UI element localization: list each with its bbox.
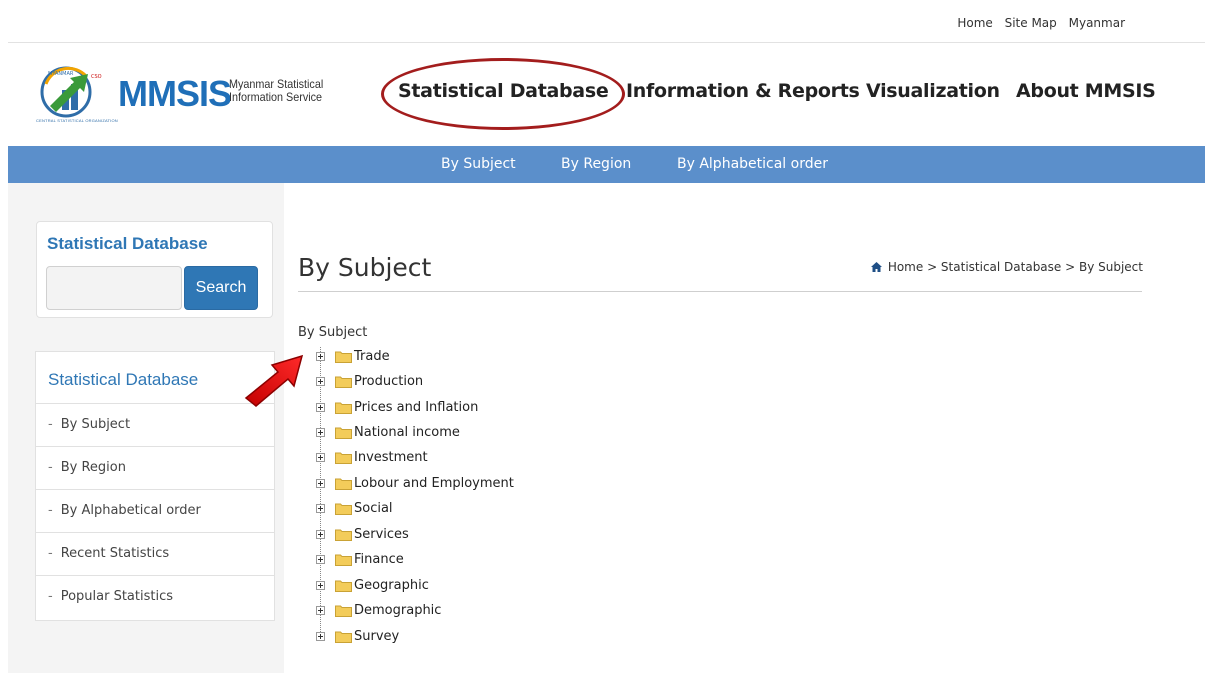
tree-item-label[interactable]: National income	[354, 425, 460, 440]
expand-icon[interactable]	[316, 554, 325, 564]
tree-item-label[interactable]: Geographic	[354, 578, 429, 593]
search-panel-title: Statistical Database	[47, 234, 208, 253]
tree-item-trade[interactable]: Trade	[313, 346, 390, 366]
tree-item-prices-and-inflation[interactable]: Prices and Inflation	[313, 397, 478, 417]
nav-information-reports[interactable]: Information & Reports	[626, 80, 860, 102]
highlight-ellipse	[381, 58, 625, 130]
sidebar-item-by-alphabetical-order[interactable]: - By Alphabetical order	[36, 489, 274, 532]
tree-item-production[interactable]: Production	[313, 371, 423, 391]
nav-visualization[interactable]: Visualization	[866, 80, 1000, 102]
sub-nav: By Subject By Region By Alphabetical ord…	[8, 146, 1205, 183]
tree-item-label[interactable]: Demographic	[354, 603, 441, 618]
logo-subtitle-line2: Information Service	[229, 90, 323, 104]
sidebar-menu-title[interactable]: Statistical Database	[48, 370, 198, 390]
expand-icon[interactable]	[316, 529, 325, 539]
dash-marker: -	[48, 417, 53, 432]
tree-item-geographic[interactable]: Geographic	[313, 575, 429, 595]
dash-marker: -	[48, 460, 53, 475]
tree-item-label[interactable]: Prices and Inflation	[354, 400, 478, 415]
tree-item-label[interactable]: Investment	[354, 450, 428, 465]
dash-marker: -	[48, 589, 53, 604]
svg-text:CSO: CSO	[91, 74, 102, 80]
sidebar-item-popular-statistics[interactable]: - Popular Statistics	[36, 575, 274, 618]
folder-icon	[335, 376, 352, 388]
folder-icon	[335, 452, 352, 464]
top-link-site-map[interactable]: Site Map	[1005, 16, 1057, 30]
header-divider	[8, 42, 1205, 43]
tree-item-label[interactable]: Production	[354, 374, 423, 389]
logo-name: MMSIS	[118, 73, 232, 114]
site-logo[interactable]: MYANMAR CSO MMSIS Myanmar Statistical In…	[36, 62, 366, 123]
sidebar-item-label: Recent Statistics	[60, 546, 170, 561]
expand-icon[interactable]	[316, 376, 325, 386]
tree-item-label[interactable]: Finance	[354, 552, 404, 567]
svg-text:MYANMAR: MYANMAR	[48, 71, 74, 77]
search-input[interactable]	[46, 266, 182, 310]
dash-marker: -	[48, 546, 53, 561]
expand-icon[interactable]	[316, 427, 325, 437]
sidebar-item-label: By Subject	[60, 417, 131, 432]
sidebar-item-by-region[interactable]: - By Region	[36, 446, 274, 489]
expand-icon[interactable]	[316, 580, 325, 590]
subnav-by-alphabetical-order[interactable]: By Alphabetical order	[677, 156, 828, 172]
tree-item-label[interactable]: Trade	[354, 349, 390, 364]
logo-emblem-icon: MYANMAR CSO	[40, 66, 102, 118]
top-link-home[interactable]: Home	[957, 16, 992, 30]
folder-icon	[335, 478, 352, 490]
tree-item-survey[interactable]: Survey	[313, 626, 399, 646]
expand-icon[interactable]	[316, 605, 325, 615]
folder-icon	[335, 351, 352, 363]
folder-icon	[335, 554, 352, 566]
breadcrumb-text[interactable]: Home > Statistical Database > By Subject	[888, 260, 1143, 274]
sidebar-menu-list: - By Subject - By Region - By Alphabetical …	[36, 403, 274, 618]
sidebar-item-label: By Alphabetical order	[60, 503, 201, 518]
tree-item-social[interactable]: Social	[313, 498, 393, 518]
expand-icon[interactable]	[316, 402, 325, 412]
folder-icon	[335, 580, 352, 592]
dash-marker: -	[48, 503, 53, 518]
folder-icon	[335, 529, 352, 541]
subnav-by-region[interactable]: By Region	[561, 156, 631, 172]
tree-item-investment[interactable]: Investment	[313, 447, 428, 467]
expand-icon[interactable]	[316, 631, 325, 641]
folder-icon	[335, 427, 352, 439]
tree-item-lobour-and-employment[interactable]: Lobour and Employment	[313, 473, 514, 493]
nav-about-mmsis[interactable]: About MMSIS	[1016, 80, 1156, 102]
expand-icon[interactable]	[316, 351, 325, 361]
tree-item-label[interactable]: Survey	[354, 629, 399, 644]
sidebar-item-label: By Region	[60, 460, 126, 475]
folder-icon	[335, 631, 352, 643]
sidebar-item-recent-statistics[interactable]: - Recent Statistics	[36, 532, 274, 575]
title-divider	[298, 291, 1142, 292]
tree-item-label[interactable]: Social	[354, 501, 393, 516]
top-links: Home Site Map Myanmar	[949, 16, 1125, 30]
folder-icon	[335, 605, 352, 617]
logo-caption: CENTRAL STATISTICAL ORGANIZATION	[36, 118, 118, 123]
page-title: By Subject	[298, 253, 432, 282]
tree-item-label[interactable]: Lobour and Employment	[354, 476, 514, 491]
expand-icon[interactable]	[316, 452, 325, 462]
search-panel: Statistical Database Search	[36, 221, 273, 318]
red-arrow-icon	[244, 354, 304, 407]
expand-icon[interactable]	[316, 478, 325, 488]
page: Home Site Map Myanmar MYANMAR CSO MMSIS …	[8, 0, 1205, 673]
folder-icon	[335, 503, 352, 515]
folder-icon	[335, 402, 352, 414]
subnav-by-subject[interactable]: By Subject	[441, 156, 516, 172]
tree-item-demographic[interactable]: Demographic	[313, 600, 441, 620]
tree-root-label: By Subject	[298, 325, 368, 340]
tree-item-national-income[interactable]: National income	[313, 422, 460, 442]
expand-icon[interactable]	[316, 503, 325, 513]
tree-item-services[interactable]: Services	[313, 524, 409, 544]
search-button[interactable]: Search	[184, 266, 258, 310]
tree-item-finance[interactable]: Finance	[313, 549, 404, 569]
breadcrumb: Home > Statistical Database > By Subject	[870, 260, 1143, 274]
top-link-myanmar[interactable]: Myanmar	[1069, 16, 1125, 30]
home-icon[interactable]	[870, 262, 882, 272]
tree-item-label[interactable]: Services	[354, 527, 409, 542]
logo-subtitle: Myanmar Statistical Information Service	[229, 78, 323, 104]
sidebar-item-label: Popular Statistics	[60, 589, 174, 604]
